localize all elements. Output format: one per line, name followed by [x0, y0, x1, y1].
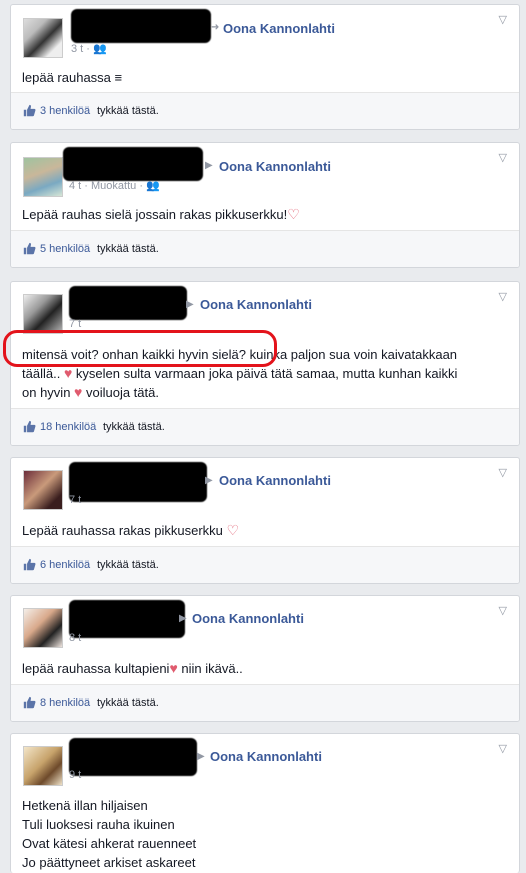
likes-suffix: tykkää tästä.	[97, 559, 159, 571]
post-text-body: Lepää rauhas sielä jossain rakas pikkuse…	[22, 207, 288, 222]
chevron-down-icon[interactable]: ▽	[499, 290, 507, 303]
heart-icon: ♥	[169, 660, 178, 676]
thumbs-up-icon	[23, 242, 36, 255]
post-text-tail: niin ikävä..	[181, 661, 243, 676]
avatar[interactable]	[23, 157, 63, 197]
target-profile-link[interactable]: Oona Kannonlahti	[219, 159, 331, 174]
heart-icon: ♡	[226, 522, 240, 538]
post-time[interactable]: 4 t · Muokattu · 👥	[69, 179, 160, 192]
thumbs-up-icon	[23, 104, 36, 117]
post-text-line: Tuli luoksesi rauha ikuinen	[22, 817, 175, 832]
post-5: ▶ Oona Kannonlahti 8 t ▽ lepää rauhassa …	[10, 595, 520, 722]
chevron-down-icon[interactable]: ▽	[499, 13, 507, 26]
post-text: lepää rauhassa ≡	[22, 70, 123, 85]
likes-suffix: tykkää tästä.	[97, 105, 159, 117]
target-profile-link[interactable]: Oona Kannonlahti	[223, 21, 335, 36]
chevron-down-icon[interactable]: ▽	[499, 151, 507, 164]
avatar[interactable]	[23, 746, 63, 786]
chevron-down-icon[interactable]: ▽	[499, 742, 507, 755]
redacted-author-name	[69, 600, 185, 638]
target-profile-link[interactable]: Oona Kannonlahti	[219, 473, 331, 488]
right-triangle-icon: ▶	[205, 160, 213, 171]
redacted-author-name	[69, 286, 187, 320]
red-annotation-ring	[3, 330, 277, 367]
post-text: lepää rauhassa kultapieni♥ niin ikävä..	[22, 659, 507, 678]
friends-icon: 👥	[146, 180, 160, 192]
likes-bar: 8 henkilöä tykkää tästä.	[11, 684, 519, 721]
post-text: Lepää rauhas sielä jossain rakas pikkuse…	[22, 205, 507, 224]
heart-icon: ♥	[74, 384, 83, 400]
post-time[interactable]: 8 t	[69, 632, 81, 644]
avatar[interactable]	[23, 608, 63, 648]
likes-bar: 18 henkilöä tykkää tästä.	[11, 408, 519, 445]
likes-count-link[interactable]: 5 henkilöä	[40, 243, 90, 255]
post-4: ▶ Oona Kannonlahti 7 t ▽ Lepää rauhassa …	[10, 457, 520, 584]
avatar[interactable]	[23, 18, 63, 58]
right-triangle-icon: ➜	[211, 22, 220, 33]
post-time[interactable]: 9 t	[69, 769, 81, 781]
likes-bar: 5 henkilöä tykkää tästä.	[11, 230, 519, 267]
avatar[interactable]	[23, 470, 63, 510]
redacted-author-name	[71, 9, 211, 43]
right-triangle-icon: ▶	[197, 751, 205, 762]
thumbs-up-icon	[23, 696, 36, 709]
likes-suffix: tykkää tästä.	[97, 697, 159, 709]
right-triangle-icon: ▶	[205, 475, 213, 486]
post-time[interactable]: 3 t · 👥	[71, 42, 107, 55]
heart-icon: ♡	[287, 206, 300, 222]
redacted-author-name	[69, 462, 207, 502]
likes-count-link[interactable]: 8 henkilöä	[40, 697, 90, 709]
redacted-author-name	[63, 147, 203, 181]
post-text-line: Jo päättyneet arkiset askareet	[22, 855, 196, 870]
post-text-line: Ovat kätesi ahkerat rauenneet	[22, 836, 197, 851]
target-profile-link[interactable]: Oona Kannonlahti	[200, 297, 312, 312]
chevron-down-icon[interactable]: ▽	[499, 466, 507, 479]
redacted-author-name	[69, 738, 197, 776]
target-profile-link[interactable]: Oona Kannonlahti	[210, 749, 322, 764]
avatar[interactable]	[23, 294, 63, 334]
post-2: ▶ Oona Kannonlahti 4 t · Muokattu · 👥 ▽ …	[10, 142, 520, 268]
post-text-line: on hyvin ♥ voiluoja tätä.	[22, 384, 159, 400]
post-text-body: lepää rauhassa kultapieni	[22, 661, 170, 676]
right-triangle-icon: ▶	[179, 613, 187, 624]
chevron-down-icon[interactable]: ▽	[499, 604, 507, 617]
post-1: ➜ Oona Kannonlahti 3 t · 👥 ▽ lepää rauha…	[10, 4, 520, 130]
likes-count-link[interactable]: 18 henkilöä	[40, 421, 96, 433]
likes-bar: 3 henkilöä tykkää tästä.	[11, 92, 519, 129]
post-text-line: Hetkenä illan hiljaisen	[22, 798, 148, 813]
likes-suffix: tykkää tästä.	[103, 421, 165, 433]
friends-icon: 👥	[93, 43, 107, 55]
target-profile-link[interactable]: Oona Kannonlahti	[192, 611, 304, 626]
post-time[interactable]: 7 t	[69, 494, 81, 506]
thumbs-up-icon	[23, 420, 36, 433]
likes-bar: 6 henkilöä tykkää tästä.	[11, 546, 519, 583]
likes-suffix: tykkää tästä.	[97, 243, 159, 255]
thumbs-up-icon	[23, 558, 36, 571]
edited-label[interactable]: Muokattu	[91, 180, 136, 192]
likes-count-link[interactable]: 3 henkilöä	[40, 105, 90, 117]
post-time[interactable]: 7 t	[69, 318, 81, 330]
post-6: ▶ Oona Kannonlahti 9 t ▽ Hetkenä illan h…	[10, 733, 520, 873]
likes-count-link[interactable]: 6 henkilöä	[40, 559, 90, 571]
post-text-body: Lepää rauhassa rakas pikkuserkku	[22, 523, 223, 538]
heart-icon: ♥	[63, 365, 73, 381]
post-text: Lepää rauhassa rakas pikkuserkku ♡	[22, 521, 507, 540]
right-triangle-icon: ▶	[186, 299, 194, 310]
